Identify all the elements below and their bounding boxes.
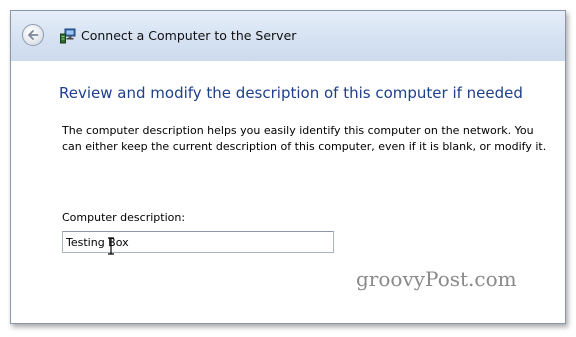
back-arrow-icon <box>28 30 39 40</box>
network-computer-icon <box>60 28 76 44</box>
back-button[interactable] <box>22 24 44 46</box>
computer-description-label: Computer description: <box>62 211 186 224</box>
watermark-text: groovyPost.com <box>356 267 517 291</box>
title-bar: Connect a Computer to the Server <box>11 11 565 61</box>
ibeam-cursor-icon <box>108 237 114 255</box>
window-title: Connect a Computer to the Server <box>81 28 297 43</box>
computer-description-input[interactable] <box>62 231 334 253</box>
page-description: The computer description helps you easil… <box>62 124 547 153</box>
page-heading: Review and modify the description of thi… <box>59 84 523 102</box>
screen: Connect a Computer to the Server Review … <box>0 0 576 337</box>
